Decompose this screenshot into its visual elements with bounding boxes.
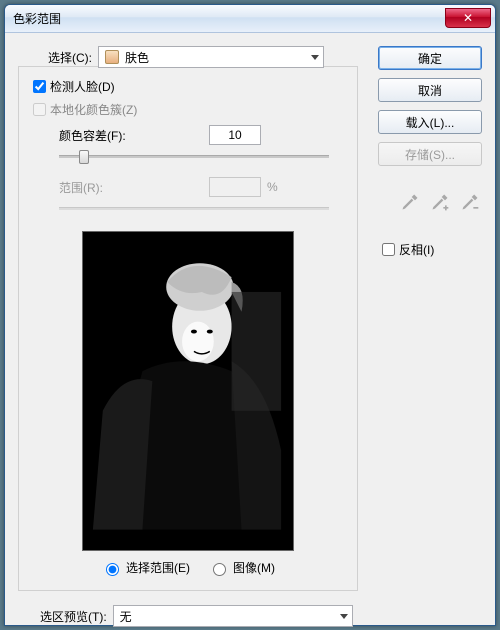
radio-image[interactable]: 图像(M) xyxy=(208,559,275,576)
preview-svg xyxy=(83,232,293,550)
selection-preview-label: 选区预览(T): xyxy=(40,608,107,625)
percent-symbol: % xyxy=(267,180,278,194)
selection-preview-combo[interactable]: 无 xyxy=(113,605,353,627)
select-label: 选择(C): xyxy=(48,49,92,66)
close-icon: ✕ xyxy=(463,11,473,25)
radio-image-input[interactable] xyxy=(213,563,226,576)
eyedropper-subtract-icon xyxy=(460,192,480,212)
select-value: 肤色 xyxy=(125,49,149,66)
fuzziness-label: 颜色容差(F): xyxy=(59,127,169,144)
detect-faces-checkbox[interactable] xyxy=(33,80,46,93)
range-label: 范围(R): xyxy=(59,179,169,196)
ok-label: 确定 xyxy=(418,50,442,67)
eyedropper-add-icon xyxy=(430,192,450,212)
color-range-dialog: 色彩范围 ✕ 选择(C): 肤色 检测人脸(D) 本地化颜色簇(Z) xyxy=(4,4,496,626)
range-input xyxy=(209,177,261,197)
fuzziness-block: 颜色容差(F): 10 范围(R): % xyxy=(59,125,347,217)
select-combo[interactable]: 肤色 xyxy=(98,46,324,68)
invert-checkbox[interactable] xyxy=(382,243,395,256)
radio-selection-input[interactable] xyxy=(106,563,119,576)
radio-image-label: 图像(M) xyxy=(233,559,275,576)
localized-row: 本地化颜色簇(Z) xyxy=(29,100,347,119)
eyedropper-tools xyxy=(378,192,480,212)
cancel-label: 取消 xyxy=(418,82,442,99)
slider-track xyxy=(59,155,329,158)
chevron-down-icon xyxy=(340,614,348,619)
radio-selection[interactable]: 选择范围(E) xyxy=(101,559,190,576)
detect-faces-row: 检测人脸(D) xyxy=(29,77,347,96)
localized-label: 本地化颜色簇(Z) xyxy=(50,101,137,118)
selection-preview-image xyxy=(82,231,294,551)
eyedropper-icon xyxy=(400,192,420,212)
client-area: 选择(C): 肤色 检测人脸(D) 本地化颜色簇(Z) 颜色容差(F): 10 xyxy=(6,34,494,624)
invert-label: 反相(I) xyxy=(399,241,434,258)
save-button: 存储(S)... xyxy=(378,142,482,166)
slider-thumb[interactable] xyxy=(79,150,89,164)
detect-faces-label: 检测人脸(D) xyxy=(50,78,115,95)
cancel-button[interactable]: 取消 xyxy=(378,78,482,102)
load-button[interactable]: 载入(L)... xyxy=(378,110,482,134)
localized-checkbox[interactable] xyxy=(33,103,46,116)
load-label: 载入(L)... xyxy=(406,114,455,131)
titlebar[interactable]: 色彩范围 ✕ xyxy=(5,5,495,33)
slider-track-disabled xyxy=(59,207,329,210)
invert-row: 反相(I) xyxy=(378,240,482,259)
window-title: 色彩范围 xyxy=(13,10,445,27)
close-button[interactable]: ✕ xyxy=(445,8,491,28)
ok-button[interactable]: 确定 xyxy=(378,46,482,70)
fuzziness-input[interactable]: 10 xyxy=(209,125,261,145)
range-slider xyxy=(59,199,329,217)
options-group: 检测人脸(D) 本地化颜色簇(Z) 颜色容差(F): 10 范围(R): xyxy=(18,66,358,591)
radio-selection-label: 选择范围(E) xyxy=(126,559,190,576)
side-buttons: 确定 取消 载入(L)... 存储(S)... 反相(I) xyxy=(378,46,482,259)
preview-mode-radios: 选择范围(E) 图像(M) xyxy=(29,559,347,576)
selection-preview-value: 无 xyxy=(120,608,132,625)
fuzziness-slider[interactable] xyxy=(59,147,329,165)
range-row: 范围(R): % xyxy=(59,177,347,197)
skin-tone-icon xyxy=(105,50,119,64)
fuzziness-row: 颜色容差(F): 10 xyxy=(59,125,347,145)
selection-preview-row: 选区预览(T): 无 xyxy=(40,605,482,627)
chevron-down-icon xyxy=(311,55,319,60)
save-label: 存储(S)... xyxy=(405,146,455,163)
